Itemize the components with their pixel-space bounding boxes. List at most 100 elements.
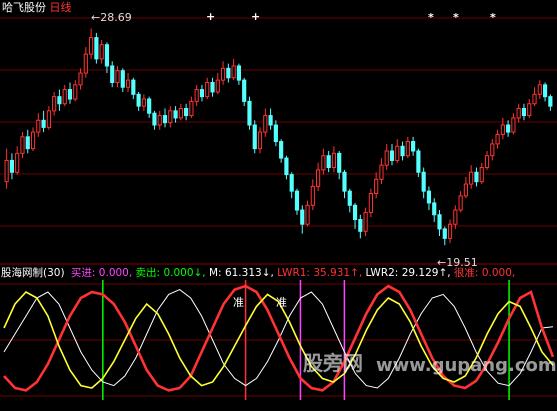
- candle-body: [442, 228, 447, 239]
- indicator-header: 股海网制(30) 买进: 0.000, 卖出: 0.000↓, M: 61.31…: [1, 267, 515, 280]
- candle-body: [337, 152, 342, 173]
- candle-body: [437, 214, 442, 230]
- candle-body: [474, 171, 479, 183]
- candle-body: [405, 141, 410, 157]
- candle-body: [347, 190, 352, 206]
- candle-body: [384, 150, 389, 166]
- candle-body: [4, 159, 9, 183]
- candle-body: [368, 193, 373, 213]
- candle-body: [527, 103, 532, 117]
- candle-body: [500, 124, 505, 135]
- candle-body: [284, 157, 289, 176]
- candle-body: [490, 143, 495, 157]
- candle-body: [115, 70, 120, 83]
- main-header: 哈飞股份 日线: [2, 1, 72, 14]
- candle-body: [173, 110, 178, 119]
- candle-body: [506, 124, 511, 133]
- candle-body: [363, 211, 368, 232]
- candle-body: [94, 37, 99, 60]
- candle-body: [537, 84, 542, 95]
- candle-body: [194, 89, 199, 102]
- high-marker: ←28.69: [91, 11, 132, 24]
- annotation-label: 准: [276, 296, 287, 309]
- candle-body: [421, 171, 426, 192]
- candle-body: [36, 119, 41, 133]
- watermark-cn: 股旁网: [303, 351, 363, 375]
- indicator-item: 买进: 0.000,: [70, 267, 133, 279]
- candle-body: [321, 155, 326, 171]
- candle-body: [521, 107, 527, 117]
- candle-body: [305, 204, 310, 225]
- candle-body: [110, 65, 115, 83]
- candle-body: [141, 98, 146, 107]
- indicator-item: 卖出: 0.000↓,: [135, 267, 206, 279]
- candle-body: [426, 190, 432, 204]
- candle-body: [511, 117, 516, 133]
- candle-body: [30, 131, 36, 150]
- candle-body: [294, 190, 300, 211]
- candle-body: [342, 171, 347, 192]
- candle-body: [189, 100, 194, 117]
- candle-body: [432, 202, 437, 216]
- candle-body: [57, 96, 62, 105]
- candle-body: [131, 79, 136, 95]
- candle-body: [67, 89, 73, 100]
- candle-body: [310, 185, 315, 206]
- candle-body: [199, 89, 205, 98]
- star-mark: *: [453, 11, 459, 24]
- candle-body: [257, 131, 263, 150]
- period-label: 日线: [49, 1, 72, 14]
- candle-body: [20, 136, 25, 154]
- plus-mark: +: [206, 10, 216, 23]
- candle-body: [46, 110, 51, 128]
- candle-body: [352, 204, 358, 220]
- candle-body: [379, 164, 384, 180]
- indicator-item: M: 61.313↓,: [208, 267, 274, 279]
- candle-body: [236, 65, 241, 81]
- star-mark: *: [490, 11, 496, 24]
- candle-body: [120, 70, 125, 88]
- candle-body: [168, 110, 173, 124]
- candle-body: [78, 72, 83, 86]
- plus-mark: +: [251, 10, 261, 23]
- candle-body: [242, 79, 247, 102]
- candle-body: [162, 115, 168, 124]
- candle-body: [205, 81, 210, 98]
- indicator-title: 股海网制(30): [1, 267, 65, 279]
- candle-body: [41, 119, 46, 128]
- indicator-item: LWR2: 29.129↑,: [365, 267, 451, 279]
- watermark-url: www.gupang.com: [376, 355, 557, 376]
- candle-body: [104, 44, 110, 67]
- candle-body: [157, 115, 162, 126]
- candle-body: [289, 174, 294, 192]
- candle-body: [184, 107, 189, 117]
- arrow-left-icon: ←: [91, 11, 101, 24]
- candle-body: [453, 209, 458, 225]
- candle-body: [400, 145, 405, 157]
- candle-body: [52, 96, 57, 112]
- candle-body: [210, 81, 215, 93]
- candle-body: [231, 65, 236, 79]
- candle-body: [411, 141, 416, 152]
- candle-body: [279, 141, 284, 159]
- candle-series: [4, 28, 553, 246]
- candle-body: [484, 155, 490, 169]
- candle-body: [326, 155, 331, 169]
- candle-body: [463, 183, 468, 197]
- annotation-label: 准: [233, 296, 244, 309]
- candle-body: [469, 171, 474, 185]
- candle-body: [300, 209, 305, 225]
- candle-body: [136, 93, 141, 107]
- candle-body: [358, 218, 363, 232]
- candle-body: [89, 37, 94, 55]
- candle-body: [542, 84, 548, 98]
- candle-body: [220, 67, 226, 81]
- candle-body: [178, 107, 183, 119]
- candle-body: [73, 84, 78, 100]
- candle-body: [479, 167, 484, 183]
- candle-body: [25, 136, 30, 150]
- star-mark: *: [428, 11, 434, 24]
- candle-body: [83, 53, 88, 74]
- candle-body: [62, 89, 67, 105]
- candle-body: [263, 115, 268, 133]
